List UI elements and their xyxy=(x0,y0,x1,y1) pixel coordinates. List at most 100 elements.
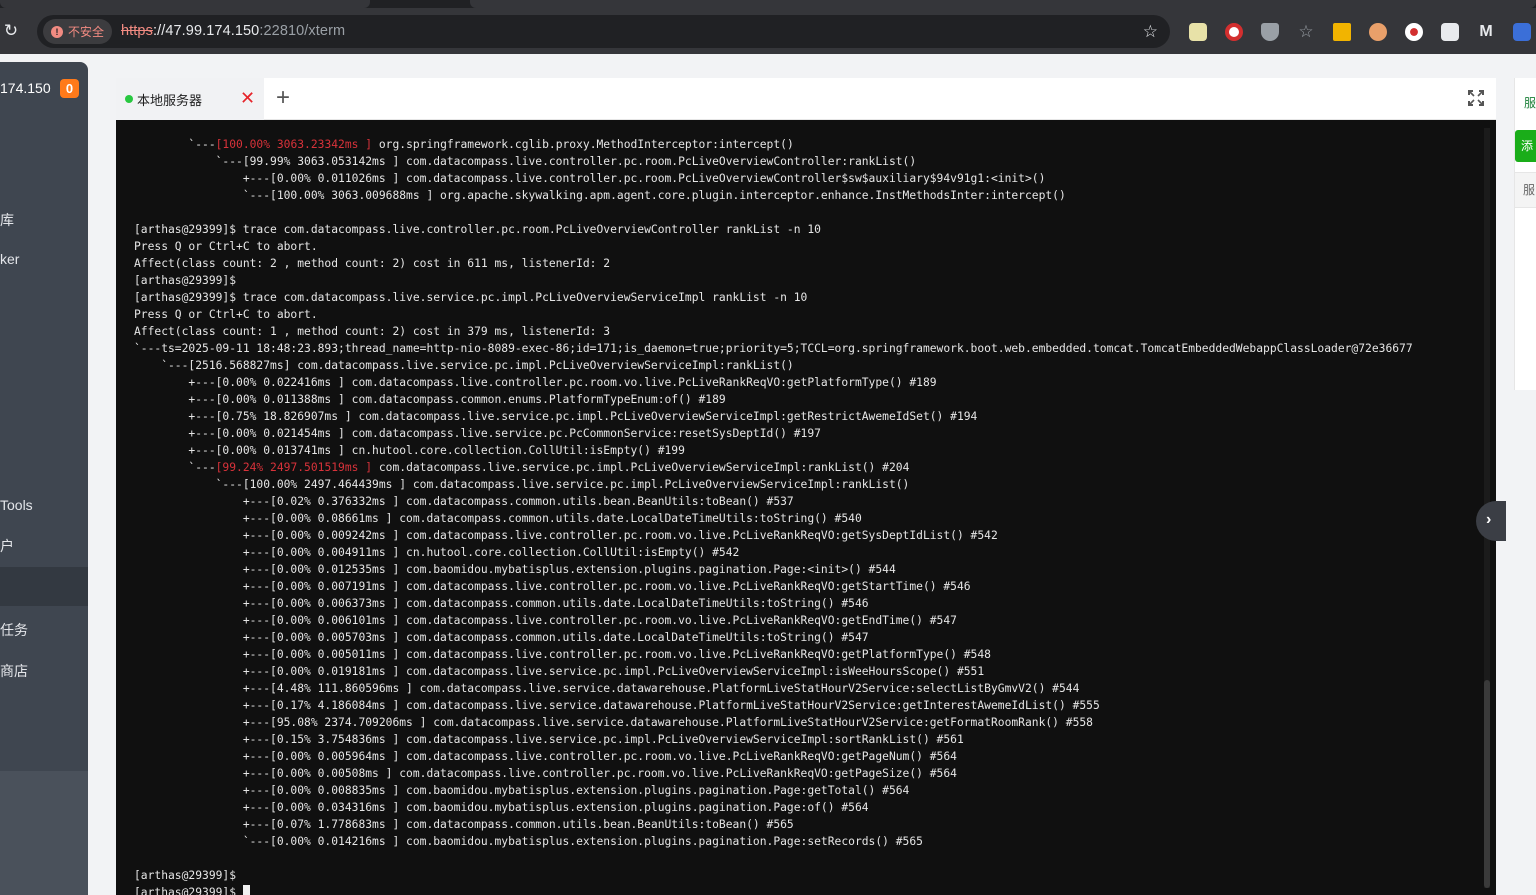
terminal-line-text: [arthas@29399]$ xyxy=(134,869,237,882)
terminal-line: [arthas@29399]$ xyxy=(134,884,1413,895)
sidebar-item-users[interactable]: 户 xyxy=(0,536,14,556)
terminal-line: +---[0.00% 0.022416ms ] com.datacompass.… xyxy=(134,374,1413,391)
terminal-line-text: `---[100.00% 2497.464439ms ] com.datacom… xyxy=(134,478,910,491)
terminal-screen[interactable]: `---[100.00% 3063.23342ms ] org.springfr… xyxy=(116,120,1496,895)
bookmark-star-icon[interactable]: ☆ xyxy=(1143,15,1158,48)
terminal-line: Affect(class count: 1 , method count: 2)… xyxy=(134,323,1413,340)
terminal-line: Affect(class count: 2 , method count: 2)… xyxy=(134,255,1413,272)
terminal-line-text: +---[0.75% 18.826907ms ] com.datacompass… xyxy=(134,410,978,423)
terminal-panel: 本地服务器 ✕ + `---[100.00% 3063.23342ms ] or… xyxy=(116,78,1496,895)
terminal-line: +---[0.00% 0.006373ms ] com.datacompass.… xyxy=(134,595,1413,612)
scrollbar-thumb[interactable] xyxy=(1484,680,1490,888)
terminal-line: +---[0.17% 4.186084ms ] com.datacompass.… xyxy=(134,697,1413,714)
terminal-line-text: +---[0.15% 3.754836ms ] com.datacompass.… xyxy=(134,733,964,746)
terminal-line-text: Affect(class count: 2 , method count: 2)… xyxy=(134,257,611,270)
terminal-line-text: +---[0.00% 0.011388ms ] com.datacompass.… xyxy=(134,393,726,406)
terminal-line-text: +---[0.00% 0.021454ms ] com.datacompass.… xyxy=(134,427,821,440)
terminal-line: +---[0.00% 0.006101ms ] com.datacompass.… xyxy=(134,612,1413,629)
chevron-right-icon: › xyxy=(1486,511,1492,528)
terminal-line: +---[0.00% 0.08661ms ] com.datacompass.c… xyxy=(134,510,1413,527)
terminal-tab-bar: 本地服务器 ✕ + xyxy=(116,78,1496,120)
terminal-line-text: Affect(class count: 1 , method count: 2)… xyxy=(134,325,611,338)
terminal-line: `---[100.00% 3063.009688ms ] org.apache.… xyxy=(134,187,1413,204)
extension-puzzle-icon[interactable] xyxy=(1513,23,1531,41)
scroll-up-icon[interactable] xyxy=(1484,128,1490,134)
terminal-line-text: `--- xyxy=(134,461,216,474)
terminal-line-text: org.springframework.cglib.proxy.MethodIn… xyxy=(372,138,794,151)
terminal-line-text: +---[0.00% 0.019181ms ] com.datacompass.… xyxy=(134,665,985,678)
terminal-line: +---[0.00% 0.007191ms ] com.datacompass.… xyxy=(134,578,1413,595)
url-text[interactable]: https://47.99.174.150:22810/xterm xyxy=(121,15,345,48)
server-badge: 0 xyxy=(60,79,79,98)
terminal-line-text: +---[0.00% 0.009242ms ] com.datacompass.… xyxy=(134,529,998,542)
terminal-line-text: [arthas@29399]$ xyxy=(134,886,243,895)
address-bar[interactable]: ! 不安全 https://47.99.174.150:22810/xterm … xyxy=(37,15,1170,48)
add-tab-button[interactable]: + xyxy=(276,86,290,110)
close-icon[interactable]: ✕ xyxy=(240,88,255,108)
terminal-line: [arthas@29399]$ xyxy=(134,272,1413,289)
terminal-line: `---[99.99% 3063.053142ms ] com.datacomp… xyxy=(134,153,1413,170)
server-host: 174.150 xyxy=(0,80,51,96)
extension-notes-icon[interactable] xyxy=(1189,23,1207,41)
sidebar-item-tools[interactable]: Tools xyxy=(0,497,33,513)
terminal-line-text: +---[0.00% 0.013741ms ] cn.hutool.core.c… xyxy=(134,444,685,457)
terminal-line-text: +---[0.17% 4.186084ms ] com.datacompass.… xyxy=(134,699,1100,712)
tab-local-server[interactable]: 本地服务器 ✕ xyxy=(116,78,264,120)
browser-tab[interactable] xyxy=(0,0,370,8)
extension-star-icon[interactable]: ☆ xyxy=(1297,23,1315,41)
terminal-line: +---[0.75% 18.826907ms ] com.datacompass… xyxy=(134,408,1413,425)
terminal-line: `---[100.00% 2497.464439ms ] com.datacom… xyxy=(134,476,1413,493)
terminal-line: +---[0.00% 0.011388ms ] com.datacompass.… xyxy=(134,391,1413,408)
terminal-line: [arthas@29399]$ xyxy=(134,867,1413,884)
terminal-line-text: +---[0.00% 0.005703ms ] com.datacompass.… xyxy=(134,631,869,644)
terminal-line-text: +---[0.00% 0.007191ms ] com.datacompass.… xyxy=(134,580,971,593)
extension-target-icon[interactable] xyxy=(1405,23,1423,41)
sidebar-item-1[interactable]: 库 xyxy=(0,210,14,230)
terminal-line-text: +---[0.00% 0.08661ms ] com.datacompass.c… xyxy=(134,512,862,525)
right-panel-header: 服 xyxy=(1515,172,1536,208)
sidebar-item-2[interactable]: ker xyxy=(0,251,19,267)
security-chip[interactable]: ! 不安全 xyxy=(43,19,113,44)
extension-m-icon[interactable]: M xyxy=(1477,23,1495,41)
sidebar-item-active[interactable] xyxy=(0,567,88,606)
terminal-line-text: +---[0.00% 0.006101ms ] com.datacompass.… xyxy=(134,614,957,627)
terminal-line-text: +---[95.08% 2374.709206ms ] com.datacomp… xyxy=(134,716,1093,729)
browser-tab[interactable] xyxy=(470,0,1536,8)
terminal-line: +---[0.00% 0.004911ms ] cn.hutool.core.c… xyxy=(134,544,1413,561)
sidebar-item-store[interactable]: 商店 xyxy=(0,661,28,681)
extension-download-icon[interactable] xyxy=(1441,23,1459,41)
terminal-line: +---[0.00% 0.005011ms ] com.datacompass.… xyxy=(134,646,1413,663)
security-label: 不安全 xyxy=(68,25,105,39)
terminal-line: `---[0.00% 0.014216ms ] com.baomidou.myb… xyxy=(134,833,1413,850)
terminal-line-text: +---[0.02% 0.376332ms ] com.datacompass.… xyxy=(134,495,794,508)
terminal-line-text: +---[0.00% 0.006373ms ] com.datacompass.… xyxy=(134,597,869,610)
terminal-line: +---[0.00% 0.005964ms ] com.datacompass.… xyxy=(134,748,1413,765)
terminal-line: [arthas@29399]$ trace com.datacompass.li… xyxy=(134,289,1413,306)
right-panel: 服 添 服 xyxy=(1514,78,1536,390)
terminal-line-text: `--- xyxy=(134,138,216,151)
terminal-line-text: +---[4.48% 111.860596ms ] com.datacompas… xyxy=(134,682,1080,695)
terminal-line: Press Q or Ctrl+C to abort. xyxy=(134,306,1413,323)
extension-shield-icon[interactable] xyxy=(1261,23,1279,41)
extension-record-icon[interactable] xyxy=(1225,23,1243,41)
terminal-line-text: +---[0.07% 1.778683ms ] com.datacompass.… xyxy=(134,818,794,831)
terminal-line: +---[0.00% 0.009242ms ] com.datacompass.… xyxy=(134,527,1413,544)
online-status-icon xyxy=(125,95,133,103)
terminal-line: Press Q or Ctrl+C to abort. xyxy=(134,238,1413,255)
add-button[interactable]: 添 xyxy=(1515,130,1536,162)
terminal-line: +---[4.48% 111.860596ms ] com.datacompas… xyxy=(134,680,1413,697)
terminal-line: +---[0.15% 3.754836ms ] com.datacompass.… xyxy=(134,731,1413,748)
sidebar-item-tasks[interactable]: 任务 xyxy=(0,620,28,640)
reload-icon[interactable]: ↻ xyxy=(0,21,22,43)
terminal-line-text: +---[0.00% 0.034316ms ] com.baomidou.myb… xyxy=(134,801,869,814)
terminal-line-text: `---[100.00% 3063.009688ms ] org.apache.… xyxy=(134,189,1066,202)
terminal-line: +---[0.00% 0.013741ms ] cn.hutool.core.c… xyxy=(134,442,1413,459)
extension-avatar-icon[interactable] xyxy=(1369,23,1387,41)
terminal-line: +---[0.00% 0.011026ms ] com.datacompass.… xyxy=(134,170,1413,187)
fullscreen-icon[interactable] xyxy=(1468,90,1484,106)
terminal-line-text: [arthas@29399]$ xyxy=(134,274,237,287)
terminal-cursor xyxy=(242,885,250,895)
extension-folder-icon[interactable] xyxy=(1333,23,1351,41)
